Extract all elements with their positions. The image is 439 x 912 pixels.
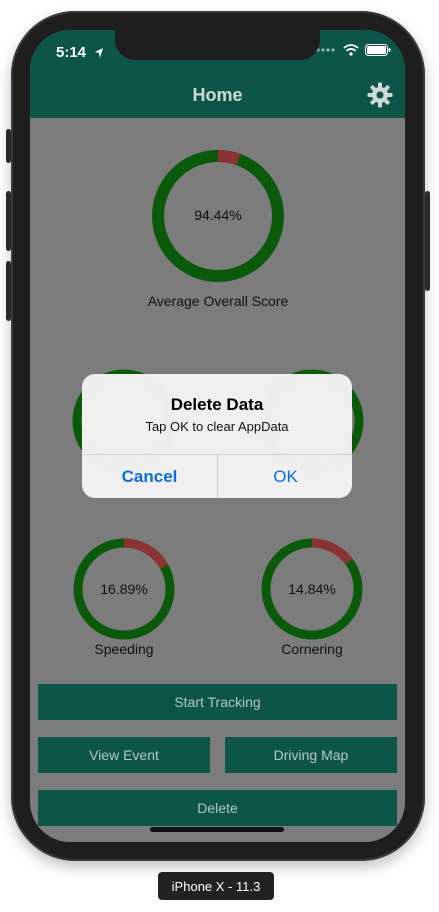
alert-message: Tap OK to clear AppData xyxy=(145,419,289,434)
driving-map-button[interactable]: Driving Map xyxy=(225,737,397,773)
alert-cancel-button[interactable]: Cancel xyxy=(82,455,217,498)
power-button xyxy=(425,191,430,291)
speeding-gauge: 16.89% xyxy=(72,537,176,641)
settings-gear-icon[interactable] xyxy=(367,82,393,108)
overall-score-gauge: 94.44% xyxy=(149,147,287,285)
status-time: 5:14 xyxy=(56,44,87,61)
view-event-button[interactable]: View Event xyxy=(38,737,210,773)
delete-button[interactable]: Delete xyxy=(38,790,397,826)
cornering-value: 14.84% xyxy=(288,581,336,597)
wifi-icon xyxy=(343,44,359,56)
home-indicator[interactable] xyxy=(150,827,284,832)
status-icons xyxy=(315,44,391,56)
device-notch xyxy=(115,30,320,60)
alert-ok-button[interactable]: OK xyxy=(218,455,352,498)
location-arrow-icon xyxy=(95,48,103,58)
cornering-label: Cornering xyxy=(281,641,343,657)
battery-icon xyxy=(365,44,391,56)
screen: 5:14 Home 94.44% Average Overall Score 1… xyxy=(30,30,405,842)
volume-down-button xyxy=(6,261,11,321)
overall-score-value: 94.44% xyxy=(194,207,242,223)
device-label: iPhone X - 11.3 xyxy=(158,872,274,900)
overall-score-label: Average Overall Score xyxy=(147,293,289,309)
volume-up-button xyxy=(6,191,11,251)
start-tracking-button[interactable]: Start Tracking xyxy=(38,684,397,720)
speeding-value: 16.89% xyxy=(100,581,148,597)
mute-switch xyxy=(6,129,11,163)
page-title: Home xyxy=(192,85,243,105)
delete-data-alert: Delete Data Tap OK to clear AppData Canc… xyxy=(82,374,352,498)
cornering-gauge: 14.84% xyxy=(260,537,364,641)
alert-title: Delete Data xyxy=(170,395,264,414)
